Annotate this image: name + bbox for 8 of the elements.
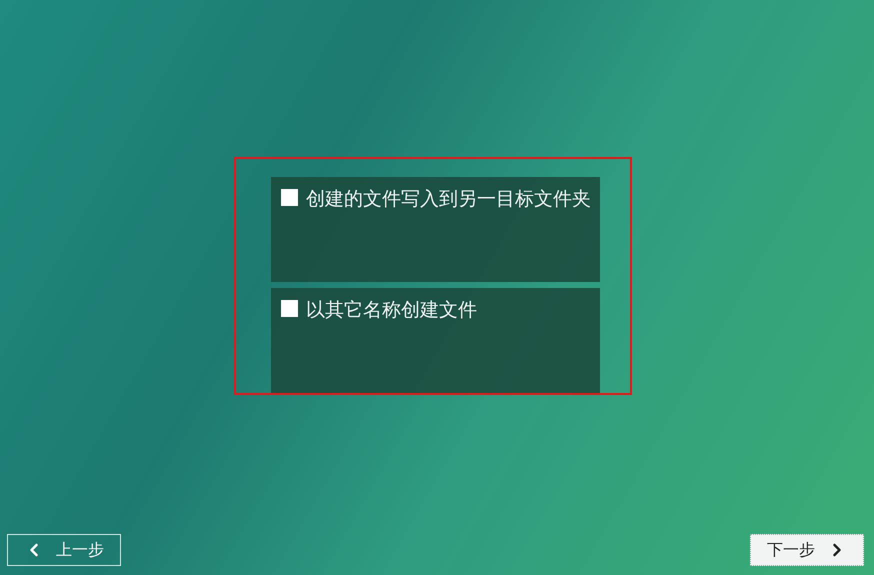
option-label: 创建的文件写入到另一目标文件夹 <box>306 187 591 212</box>
option-card[interactable]: 创建的文件写入到另一目标文件夹 <box>271 177 600 282</box>
option-card[interactable]: 以其它名称创建文件 <box>271 288 600 393</box>
next-button[interactable]: 下一步 <box>750 534 864 566</box>
back-button[interactable]: 上一步 <box>7 534 121 566</box>
checkbox[interactable] <box>281 189 298 206</box>
option-label: 以其它名称创建文件 <box>306 298 478 323</box>
checkbox[interactable] <box>281 300 298 317</box>
